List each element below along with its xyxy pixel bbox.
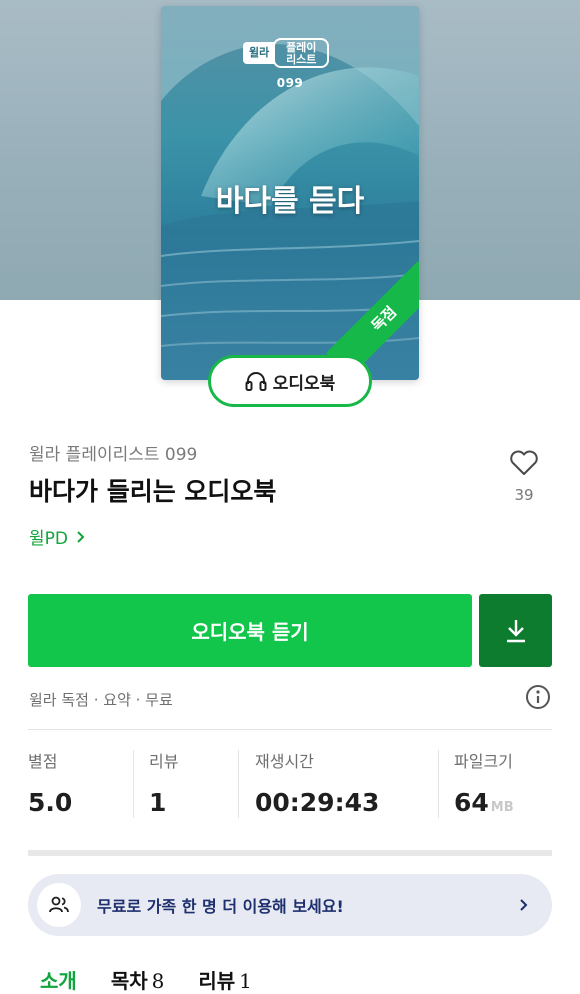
like-count: 39 (514, 486, 534, 504)
people-icon (49, 896, 69, 913)
stat-duration-value: 00:29:43 (255, 788, 380, 817)
stat-size-label: 파일크기 (454, 752, 513, 771)
download-icon (506, 619, 525, 642)
author-link[interactable]: 윌PD (29, 524, 85, 549)
info-button[interactable] (525, 684, 551, 714)
cover-logo: 윌라 플레이 리스트 (243, 38, 330, 68)
stat-file-size: 파일크기 64 MB (454, 748, 514, 820)
audiobook-badge: 오디오북 (208, 355, 372, 407)
stat-size-unit: MB (490, 800, 514, 815)
like-button[interactable]: 39 (504, 450, 544, 504)
listen-audiobook-button[interactable]: 오디오북 듣기 (28, 594, 472, 667)
stat-separator (438, 750, 439, 818)
book-stats: 별점 5.0 리뷰 1 재생시간 00:29:43 파일크기 64 MB (28, 748, 552, 820)
author-name: 윌PD (29, 529, 68, 549)
family-share-banner[interactable]: 무료로 가족 한 명 더 이용해 보세요! (28, 874, 552, 936)
tab-reviews[interactable]: 리뷰 1 (198, 965, 252, 994)
stat-rating-value: 5.0 (28, 788, 73, 817)
family-banner-text: 무료로 가족 한 명 더 이용해 보세요! (97, 897, 344, 916)
stat-review-label: 리뷰 (149, 752, 179, 771)
stat-duration: 재생시간 00:29:43 (255, 748, 379, 820)
tab-reviews-label: 리뷰 (198, 969, 236, 993)
tab-contents-label: 목차 (110, 969, 148, 993)
cover-title: 바다를 듣다 (215, 184, 365, 219)
headphones-icon (245, 372, 267, 391)
stat-reviews: 리뷰 1 (149, 748, 178, 820)
detail-tabs: 소개 목차 8 리뷰 1 (40, 965, 252, 994)
meta-tags: 윌라 독점 · 요약 · 무료 (29, 691, 173, 709)
cover-issue-number: 099 (276, 76, 304, 90)
chevron-right-icon (77, 530, 85, 543)
stat-size-value: 64 MB (454, 788, 514, 817)
stat-size-number: 64 (454, 788, 489, 817)
book-cover[interactable]: 윌라 플레이 리스트 099 바다를 듣다 독점 (161, 6, 419, 380)
stat-review-value: 1 (149, 788, 167, 817)
book-title: 바다가 들리는 오디오북 (29, 477, 277, 506)
info-icon (526, 685, 550, 709)
stat-separator (238, 750, 239, 818)
download-button[interactable] (479, 594, 552, 667)
heart-icon (510, 450, 538, 475)
tab-contents-count: 8 (151, 969, 165, 993)
tab-reviews-count: 1 (239, 969, 252, 993)
tab-intro-label: 소개 (40, 969, 77, 993)
cover-logo-brand: 윌라 (243, 42, 276, 64)
divider (28, 729, 552, 730)
stat-duration-label: 재생시간 (255, 752, 314, 771)
tab-intro[interactable]: 소개 (40, 965, 77, 994)
tab-contents[interactable]: 목차 8 (111, 965, 165, 994)
cover-logo-tag: 플레이 리스트 (273, 38, 330, 68)
series-name: 윌라 플레이리스트 099 (29, 445, 198, 465)
section-divider (28, 850, 552, 856)
audiobook-badge-label: 오디오북 (272, 373, 336, 394)
stat-rating: 별점 5.0 (28, 748, 72, 820)
family-icon-wrap (37, 883, 81, 927)
chevron-right-icon (520, 899, 528, 911)
stat-rating-label: 별점 (28, 752, 58, 771)
stat-separator (133, 750, 134, 818)
